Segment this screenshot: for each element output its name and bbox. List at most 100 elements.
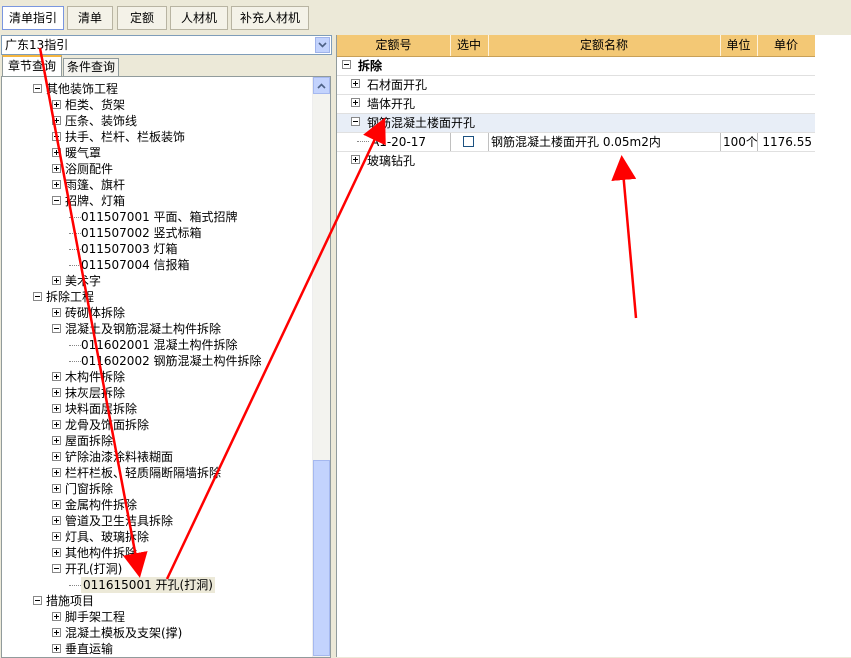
tree-item-label: 栏杆栏板、轻质隔断隔墙拆除 xyxy=(65,466,222,480)
expand-icon[interactable] xyxy=(52,484,61,493)
grid-sub-row[interactable]: 钢筋混凝土楼面开孔 xyxy=(337,114,815,133)
expand-icon[interactable] xyxy=(52,420,61,429)
tree-item-label: 美术字 xyxy=(65,274,102,288)
tree-item-label: 011602001 混凝土构件拆除 xyxy=(81,338,238,352)
collapse-icon[interactable] xyxy=(351,117,360,126)
tree-item-label: 混凝土及钢筋混凝土构件拆除 xyxy=(65,322,222,336)
grid-header: 定额号 选中 定额名称 单位 单价 xyxy=(337,35,815,57)
tree-item-label: 管道及卫生洁具拆除 xyxy=(65,514,174,528)
chevron-down-icon[interactable] xyxy=(315,37,330,53)
expand-icon[interactable] xyxy=(52,100,61,109)
collapse-icon[interactable] xyxy=(52,564,61,573)
select-checkbox[interactable] xyxy=(463,136,474,147)
grid-sub-row[interactable]: 玻璃钻孔 xyxy=(337,152,815,170)
tree-item-label: 雨篷、旗杆 xyxy=(65,178,126,192)
col-header-name[interactable]: 定额名称 xyxy=(488,35,721,56)
tree-item-label: 措施项目 xyxy=(46,594,95,608)
expand-icon[interactable] xyxy=(52,116,61,125)
chapter-tree: 其他装饰工程 柜类、货架 压条、装饰线 扶手、栏杆、栏板装饰 暖气罩 浴厕配件 雨篷、旗杆招… xyxy=(1,76,331,658)
grid-item-row[interactable]: A1-20-17 钢筋混凝土楼面开孔 0.05m2内 100个 1176.55 xyxy=(337,133,815,152)
collapse-icon[interactable] xyxy=(342,60,351,69)
cell-quota-name[interactable]: 钢筋混凝土楼面开孔 0.05m2内 xyxy=(488,133,721,151)
tree-item-label: 龙骨及饰面拆除 xyxy=(65,418,150,432)
collapse-icon[interactable] xyxy=(52,324,61,333)
tree-item-label: 柜类、货架 xyxy=(65,98,126,112)
col-header-code[interactable]: 定额号 xyxy=(337,35,451,56)
tree-item-label: 011507004 信报箱 xyxy=(81,258,190,272)
tree-item-label: 抹灰层拆除 xyxy=(65,386,126,400)
top-tab-bar: 清单指引 清单 定额 人材机 补充人材机 xyxy=(0,0,851,32)
expand-icon[interactable] xyxy=(52,452,61,461)
expand-icon[interactable] xyxy=(351,155,360,164)
tree-vertical-scrollbar[interactable] xyxy=(312,77,330,657)
expand-icon[interactable] xyxy=(351,98,360,107)
grid-sub-row[interactable]: 墙体开孔 xyxy=(337,95,815,114)
expand-icon[interactable] xyxy=(52,148,61,157)
scroll-thumb[interactable] xyxy=(313,460,330,656)
expand-icon[interactable] xyxy=(52,548,61,557)
tree-item-label: 浴厕配件 xyxy=(65,162,114,176)
grid-sub-row[interactable]: 石材面开孔 xyxy=(337,76,815,95)
tree-line xyxy=(69,217,81,218)
expand-icon[interactable] xyxy=(52,308,61,317)
tree-item-label: 铲除油漆涂料裱糊面 xyxy=(65,450,174,464)
tree-item-label: 011507002 竖式标箱 xyxy=(81,226,202,240)
expand-icon[interactable] xyxy=(351,79,360,88)
expand-icon[interactable] xyxy=(52,436,61,445)
expand-icon[interactable] xyxy=(52,500,61,509)
expand-icon[interactable] xyxy=(52,468,61,477)
cell-price[interactable]: 1176.55 xyxy=(757,133,815,151)
expand-icon[interactable] xyxy=(52,180,61,189)
tab-buchong-rencaiji[interactable]: 补充人材机 xyxy=(231,6,309,30)
guide-combo[interactable]: 广东13指引 xyxy=(1,35,332,55)
col-header-price[interactable]: 单价 xyxy=(757,35,815,56)
expand-icon[interactable] xyxy=(52,372,61,381)
expand-icon[interactable] xyxy=(52,644,61,653)
grid-group-row[interactable]: 拆除 xyxy=(337,57,815,76)
expand-icon[interactable] xyxy=(52,628,61,637)
collapse-icon[interactable] xyxy=(52,196,61,205)
expand-icon[interactable] xyxy=(52,388,61,397)
collapse-icon[interactable] xyxy=(33,596,42,605)
cell-unit[interactable]: 100个 xyxy=(720,133,758,151)
expand-icon[interactable] xyxy=(52,404,61,413)
collapse-icon[interactable] xyxy=(33,292,42,301)
sub-row-label: 墙体开孔 xyxy=(367,97,416,111)
col-header-unit[interactable]: 单位 xyxy=(720,35,758,56)
tab-qingdan-zhiyin[interactable]: 清单指引 xyxy=(2,6,64,30)
expand-icon[interactable] xyxy=(52,612,61,621)
subtab-chapter-query[interactable]: 章节查询 xyxy=(2,55,62,78)
tree-line xyxy=(357,141,369,142)
cell-quota-code[interactable]: A1-20-17 xyxy=(371,133,451,151)
tree-item-label: 其他装饰工程 xyxy=(46,82,119,96)
subtab-condition-query[interactable]: 条件查询 xyxy=(63,58,119,76)
expand-icon[interactable] xyxy=(52,516,61,525)
collapse-icon[interactable] xyxy=(33,84,42,93)
sub-row-label: 石材面开孔 xyxy=(367,78,428,92)
tree-item-label: 木构件拆除 xyxy=(65,370,126,384)
tab-rencaiji[interactable]: 人材机 xyxy=(170,6,228,30)
guide-combo-value: 广东13指引 xyxy=(5,38,69,52)
expand-icon[interactable] xyxy=(52,276,61,285)
sub-row-label: 玻璃钻孔 xyxy=(367,154,416,168)
col-header-selected[interactable]: 选中 xyxy=(450,35,489,56)
tab-qingdan[interactable]: 清单 xyxy=(67,6,113,30)
expand-icon[interactable] xyxy=(52,132,61,141)
tab-dinge[interactable]: 定额 xyxy=(117,6,167,30)
tree-line xyxy=(69,233,81,234)
tree-item-label: 门窗拆除 xyxy=(65,482,114,496)
expand-icon[interactable] xyxy=(52,164,61,173)
left-panel: 广东13指引 章节查询 条件查询 其他装饰工程柜类、货架压条、装饰线扶手、栏杆、… xyxy=(0,33,333,658)
group-label: 拆除 xyxy=(358,59,383,73)
tree-item-label: 011507003 灯箱 xyxy=(81,242,178,256)
tree-item-label: 开孔(打洞) xyxy=(65,562,123,576)
tree-item-label: 扶手、栏杆、栏板装饰 xyxy=(65,130,186,144)
sub-row-label: 钢筋混凝土楼面开孔 xyxy=(367,116,476,130)
tree-item-label: 块料面层拆除 xyxy=(65,402,138,416)
quota-grid-panel: 定额号 选中 定额名称 单位 单价 拆除 石材面开孔 墙体开孔 钢筋混凝土楼面开… xyxy=(336,35,851,657)
tree-item-label: 压条、装饰线 xyxy=(65,114,138,128)
expand-icon[interactable] xyxy=(52,532,61,541)
scroll-up-icon[interactable] xyxy=(313,77,330,94)
tree-item-label: 011602002 钢筋混凝土构件拆除 xyxy=(81,354,262,368)
tree-line xyxy=(69,361,81,362)
